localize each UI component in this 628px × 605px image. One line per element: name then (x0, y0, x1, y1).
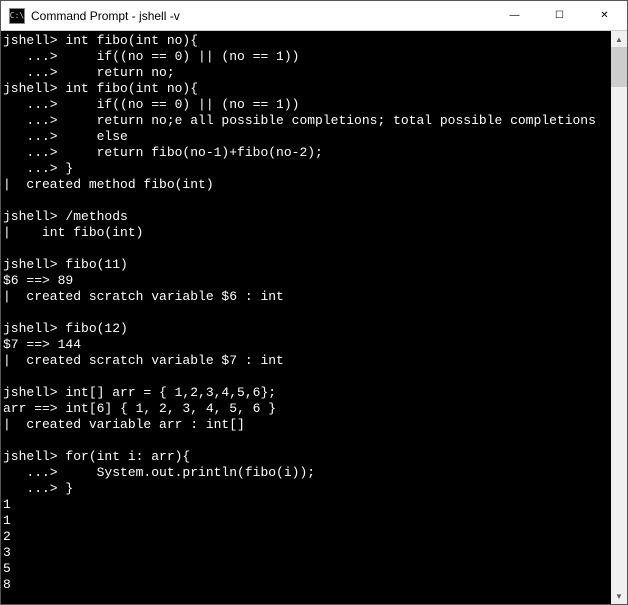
scroll-thumb[interactable] (611, 47, 627, 87)
terminal-area: jshell> int fibo(int no){ ...> if((no ==… (1, 31, 627, 604)
scroll-track[interactable] (611, 47, 627, 588)
titlebar[interactable]: C:\ Command Prompt - jshell -v — ☐ ✕ (1, 1, 627, 31)
minimize-button[interactable]: — (492, 1, 537, 30)
command-prompt-window: C:\ Command Prompt - jshell -v — ☐ ✕ jsh… (0, 0, 628, 605)
scroll-up-arrow[interactable]: ▲ (611, 31, 627, 47)
vertical-scrollbar[interactable]: ▲ ▼ (611, 31, 627, 604)
close-button[interactable]: ✕ (582, 1, 627, 30)
window-controls: — ☐ ✕ (492, 1, 627, 30)
window-title: Command Prompt - jshell -v (31, 9, 492, 23)
terminal-output[interactable]: jshell> int fibo(int no){ ...> if((no ==… (1, 31, 611, 604)
command-prompt-icon: C:\ (9, 8, 25, 24)
scroll-down-arrow[interactable]: ▼ (611, 588, 627, 604)
maximize-button[interactable]: ☐ (537, 1, 582, 30)
